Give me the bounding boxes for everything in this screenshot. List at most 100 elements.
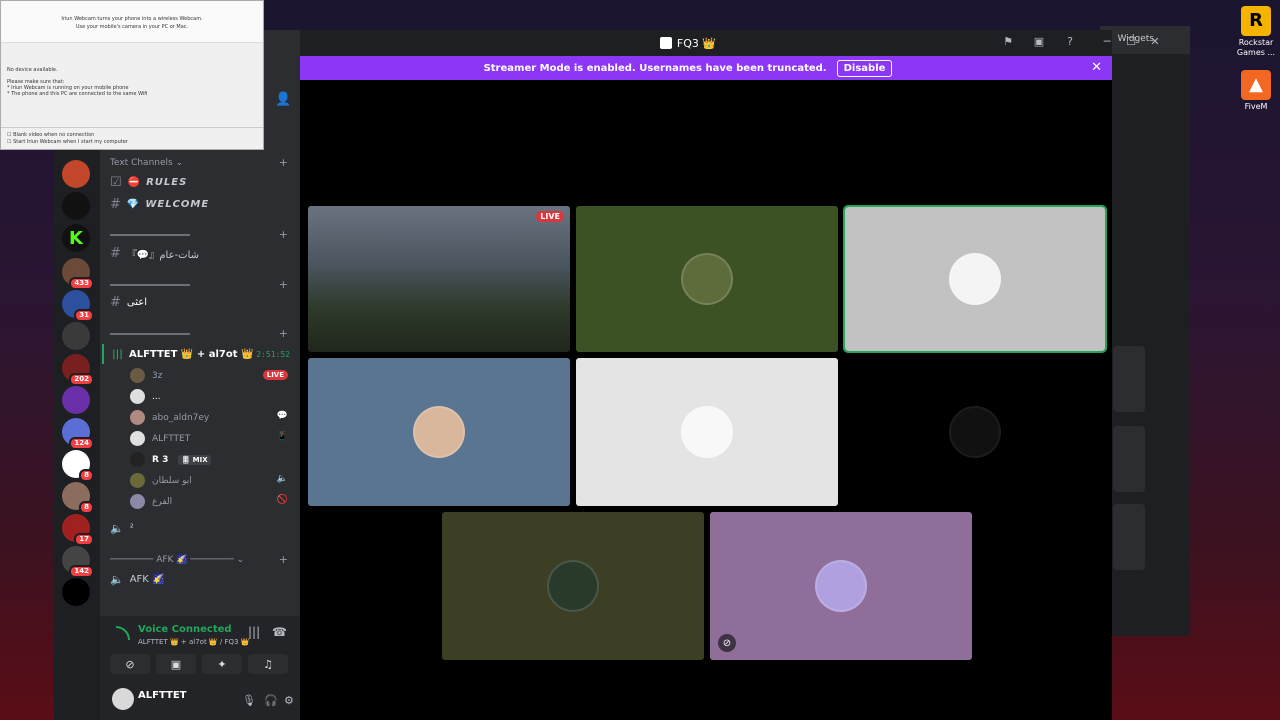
avatar — [130, 431, 145, 446]
flag-icon[interactable]: ⚑ — [999, 35, 1017, 48]
minimize-button[interactable]: ─ — [1098, 35, 1116, 48]
server-icon[interactable]: 142 — [62, 546, 94, 578]
voice-channel-2[interactable]: 🔈 ² — [110, 522, 134, 535]
voice-connected-label[interactable]: Voice Connected — [138, 624, 232, 635]
iriun-option-startup[interactable]: ☐ Start Iriun Webcam when I start my com… — [7, 139, 257, 146]
category-divider — [110, 234, 190, 236]
server-icon[interactable] — [62, 578, 90, 606]
afk-channel[interactable]: 🔈 AFK 🌠 — [110, 573, 164, 586]
signal-icon[interactable] — [116, 626, 130, 640]
kick-server-icon[interactable]: K — [62, 224, 90, 252]
channel-welcome-label: WELCOME — [145, 199, 210, 210]
participant-tile[interactable] — [845, 358, 1105, 506]
camera-off-icon: 🚫 — [276, 495, 288, 505]
iriun-body: No device available. Please make sure th… — [1, 43, 263, 97]
iriun-header: Iriun Webcam turns your phone into a wir… — [1, 1, 263, 43]
voice-user[interactable]: 3z — [130, 368, 162, 383]
avatar[interactable] — [112, 688, 134, 710]
add-channel-icon[interactable]: + — [279, 278, 288, 291]
iriun-instruction-2: * The phone and this PC are connected to… — [7, 91, 148, 97]
phone-icon: 📱 — [276, 432, 288, 442]
server-icon[interactable] — [62, 160, 90, 188]
microphone-icon[interactable]: 🎙 — [242, 694, 256, 707]
server-icon[interactable] — [62, 192, 90, 220]
disable-streamer-button[interactable]: Disable — [836, 59, 893, 77]
live-badge: LIVE — [536, 211, 564, 222]
participant-tile[interactable] — [576, 358, 838, 506]
speaker-icon: 🔈 — [110, 573, 124, 586]
avatar — [949, 253, 1001, 305]
server-icon[interactable]: 31 — [62, 290, 94, 322]
window-title: FQ3 👑 — [659, 37, 716, 50]
voice-channel-label: ALFTTET 👑 + al7ot 👑 — [128, 348, 254, 360]
channel-chat[interactable]: # 『💬』شات-عام — [110, 246, 199, 261]
afk-channel-label: AFK 🌠 — [129, 574, 165, 585]
text-channels-category[interactable]: Text Channels ⌄ — [110, 158, 183, 168]
add-channel-icon[interactable]: + — [279, 156, 288, 169]
afk-category[interactable]: ──────── AFK 🌠 ──────── ⌄ — [110, 555, 244, 565]
participant-tile[interactable] — [442, 512, 704, 660]
voice-user-name: الفرع — [152, 496, 173, 507]
participant-tile-speaking[interactable] — [843, 205, 1107, 353]
channel-rules[interactable]: ☑ ⛔ RULES — [110, 175, 187, 190]
disconnect-icon[interactable]: ☎ — [272, 625, 287, 639]
camera-off-button[interactable]: ⊘ — [110, 654, 150, 674]
server-icon[interactable] — [62, 322, 90, 350]
voice-user[interactable]: ALFTTET — [130, 431, 190, 446]
server-icon[interactable]: 433 — [62, 258, 94, 290]
soundboard-button[interactable]: ♫ — [248, 654, 288, 674]
voice-user[interactable]: R 3 🎚 MIX — [130, 452, 211, 467]
channel-chat-2[interactable]: # اعثى — [110, 295, 147, 310]
hash-icon: # — [110, 295, 121, 310]
add-friend-icon[interactable]: 👤 — [275, 92, 291, 107]
avatar — [130, 410, 145, 425]
server-icon[interactable]: 202 — [62, 354, 94, 386]
server-badge: 17 — [74, 533, 94, 546]
server-badge: 433 — [69, 277, 94, 290]
close-banner-icon[interactable]: ✕ — [1091, 60, 1102, 75]
server-icon[interactable]: 8 — [62, 482, 94, 514]
participant-tile[interactable] — [308, 358, 570, 506]
voice-user[interactable]: abo_aldn7ey — [130, 410, 209, 425]
background-card — [1113, 426, 1145, 492]
fivem-desktop-icon[interactable]: ▲ FiveM — [1234, 70, 1278, 112]
maximize-button[interactable]: ☐ — [1122, 35, 1140, 48]
avatar — [130, 452, 145, 467]
close-window-button[interactable]: ✕ — [1146, 35, 1164, 48]
background-card — [1113, 346, 1145, 412]
noise-suppression-icon[interactable]: ||| — [248, 625, 260, 639]
server-icon[interactable]: 8 — [62, 450, 94, 482]
rockstar-desktop-icon[interactable]: R Rockstar Games ... — [1234, 6, 1278, 58]
activities-button[interactable]: ✦ — [202, 654, 242, 674]
category-divider — [110, 333, 190, 335]
headphones-icon[interactable]: 🎧 — [264, 694, 278, 707]
settings-gear-icon[interactable]: ⚙ — [284, 694, 294, 707]
user-name[interactable]: ALFTTET — [138, 690, 186, 701]
channel-welcome[interactable]: # 💎 WELCOME — [110, 197, 209, 212]
voice-user-name: ابو سلطان — [152, 475, 192, 486]
add-channel-icon[interactable]: + — [279, 553, 288, 566]
server-badge: 31 — [74, 309, 94, 322]
voice-user[interactable]: الفرع — [130, 494, 172, 509]
add-channel-icon[interactable]: + — [279, 327, 288, 340]
voice-user[interactable]: ابو سلطان — [130, 473, 192, 488]
server-icon[interactable]: 124 — [62, 418, 94, 450]
screen-share-button[interactable]: ▣ — [156, 654, 196, 674]
avatar — [547, 560, 599, 612]
participant-tile[interactable] — [576, 206, 838, 352]
live-badge: LIVE — [262, 370, 288, 380]
server-badge: 142 — [69, 565, 94, 578]
avatar — [949, 406, 1001, 458]
participant-tile[interactable]: ⊘ — [710, 512, 972, 660]
server-icon[interactable]: 17 — [62, 514, 94, 546]
add-channel-icon[interactable]: + — [279, 228, 288, 241]
help-icon[interactable]: ? — [1061, 35, 1079, 48]
server-icon[interactable] — [62, 386, 90, 414]
iriun-option-blank[interactable]: ☐ Blank video when no connection — [7, 132, 257, 139]
inbox-icon[interactable]: ▣ — [1030, 35, 1048, 48]
fivem-icon: ▲ — [1241, 70, 1271, 100]
category-divider — [110, 284, 190, 286]
stream-tile[interactable]: LIVE — [308, 206, 570, 352]
voice-user[interactable]: ... — [130, 389, 161, 404]
voice-channel-active[interactable]: ||| ALFTTET 👑 + al7ot 👑 2:51:52 — [102, 344, 292, 364]
